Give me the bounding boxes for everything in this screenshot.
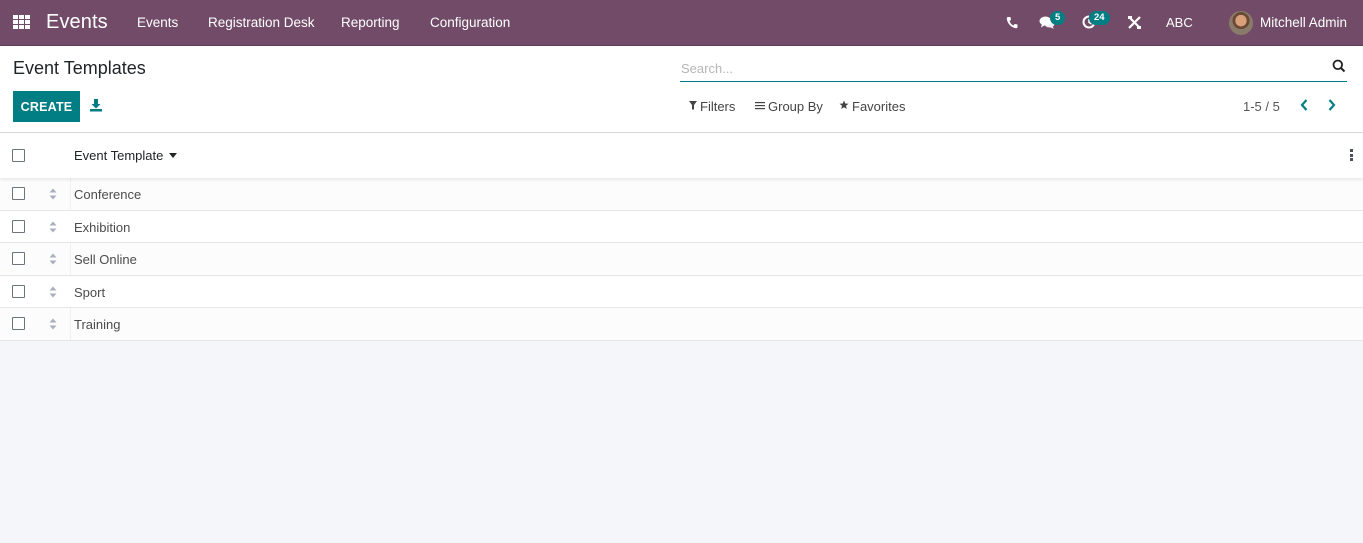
messages-badge: 5 xyxy=(1050,11,1066,25)
pager-next-button[interactable] xyxy=(1327,98,1341,114)
filters-label: Filters xyxy=(700,99,736,114)
row-checkbox[interactable] xyxy=(12,187,25,200)
menu-events[interactable]: Events xyxy=(137,15,178,30)
star-icon xyxy=(839,100,849,113)
bars-icon xyxy=(755,101,765,113)
menu-registration-desk[interactable]: Registration Desk xyxy=(208,15,315,30)
cell-divider xyxy=(70,308,71,340)
phone-icon[interactable] xyxy=(1006,16,1018,32)
company-switcher[interactable]: ABC xyxy=(1166,15,1193,30)
table-row[interactable]: Conference xyxy=(0,178,1363,211)
search-input[interactable] xyxy=(681,58,1321,78)
list-header: Event Template xyxy=(0,133,1363,178)
table-row[interactable]: Sell Online xyxy=(0,243,1363,276)
sort-desc-icon xyxy=(169,153,178,158)
list-view: Event Template Conference Exhibition Sel… xyxy=(0,133,1363,341)
drag-handle-icon[interactable] xyxy=(49,253,57,265)
app-brand[interactable]: Events xyxy=(46,11,108,34)
drag-handle-icon[interactable] xyxy=(49,286,57,298)
optional-columns-icon[interactable] xyxy=(1350,149,1354,161)
activities-badge: 24 xyxy=(1089,11,1110,25)
user-menu[interactable]: Mitchell Admin xyxy=(1260,15,1347,30)
top-navbar: Events Events Registration Desk Reportin… xyxy=(0,0,1363,46)
table-row[interactable]: Training xyxy=(0,308,1363,341)
favorites-label: Favorites xyxy=(852,99,906,114)
row-checkbox[interactable] xyxy=(12,219,25,233)
drag-handle-icon[interactable] xyxy=(49,188,57,200)
filter-icon xyxy=(689,100,697,113)
menu-reporting[interactable]: Reporting xyxy=(341,15,400,30)
pager-previous-button[interactable] xyxy=(1299,98,1313,114)
search-bar xyxy=(680,55,1347,82)
create-button[interactable]: CREATE xyxy=(13,91,80,122)
row-name: Sport xyxy=(74,284,106,300)
cell-divider xyxy=(70,243,71,275)
column-header-event-template[interactable]: Event Template xyxy=(74,148,178,163)
row-name: Exhibition xyxy=(74,219,131,235)
pager-value[interactable]: 1-5 / 5 xyxy=(1243,99,1280,114)
download-icon[interactable] xyxy=(89,98,103,114)
column-header-label: Event Template xyxy=(74,148,164,163)
tools-icon[interactable] xyxy=(1128,16,1141,32)
favorites-button[interactable]: Favorites xyxy=(839,99,905,114)
search-icon[interactable] xyxy=(1332,59,1346,73)
menu-configuration[interactable]: Configuration xyxy=(430,15,510,30)
table-row[interactable]: Sport xyxy=(0,275,1363,308)
row-checkbox[interactable] xyxy=(12,317,25,330)
group-by-button[interactable]: Group By xyxy=(755,99,823,114)
row-name: Training xyxy=(74,317,121,332)
drag-handle-icon[interactable] xyxy=(49,221,57,233)
user-avatar[interactable] xyxy=(1229,11,1253,35)
drag-handle-icon[interactable] xyxy=(49,318,57,330)
control-panel: Event Templates CREATE Filters Group By … xyxy=(0,46,1363,133)
cell-divider xyxy=(70,178,71,210)
row-name: Sell Online xyxy=(74,252,137,267)
row-name: Conference xyxy=(74,187,142,202)
row-checkbox[interactable] xyxy=(12,284,25,298)
select-all-checkbox[interactable] xyxy=(12,149,25,162)
table-row[interactable]: Exhibition xyxy=(0,210,1363,243)
group-by-label: Group By xyxy=(768,99,823,114)
apps-grid-icon[interactable] xyxy=(13,15,30,30)
row-checkbox[interactable] xyxy=(12,252,25,265)
filters-button[interactable]: Filters xyxy=(689,99,735,114)
page-title: Event Templates xyxy=(13,58,146,78)
